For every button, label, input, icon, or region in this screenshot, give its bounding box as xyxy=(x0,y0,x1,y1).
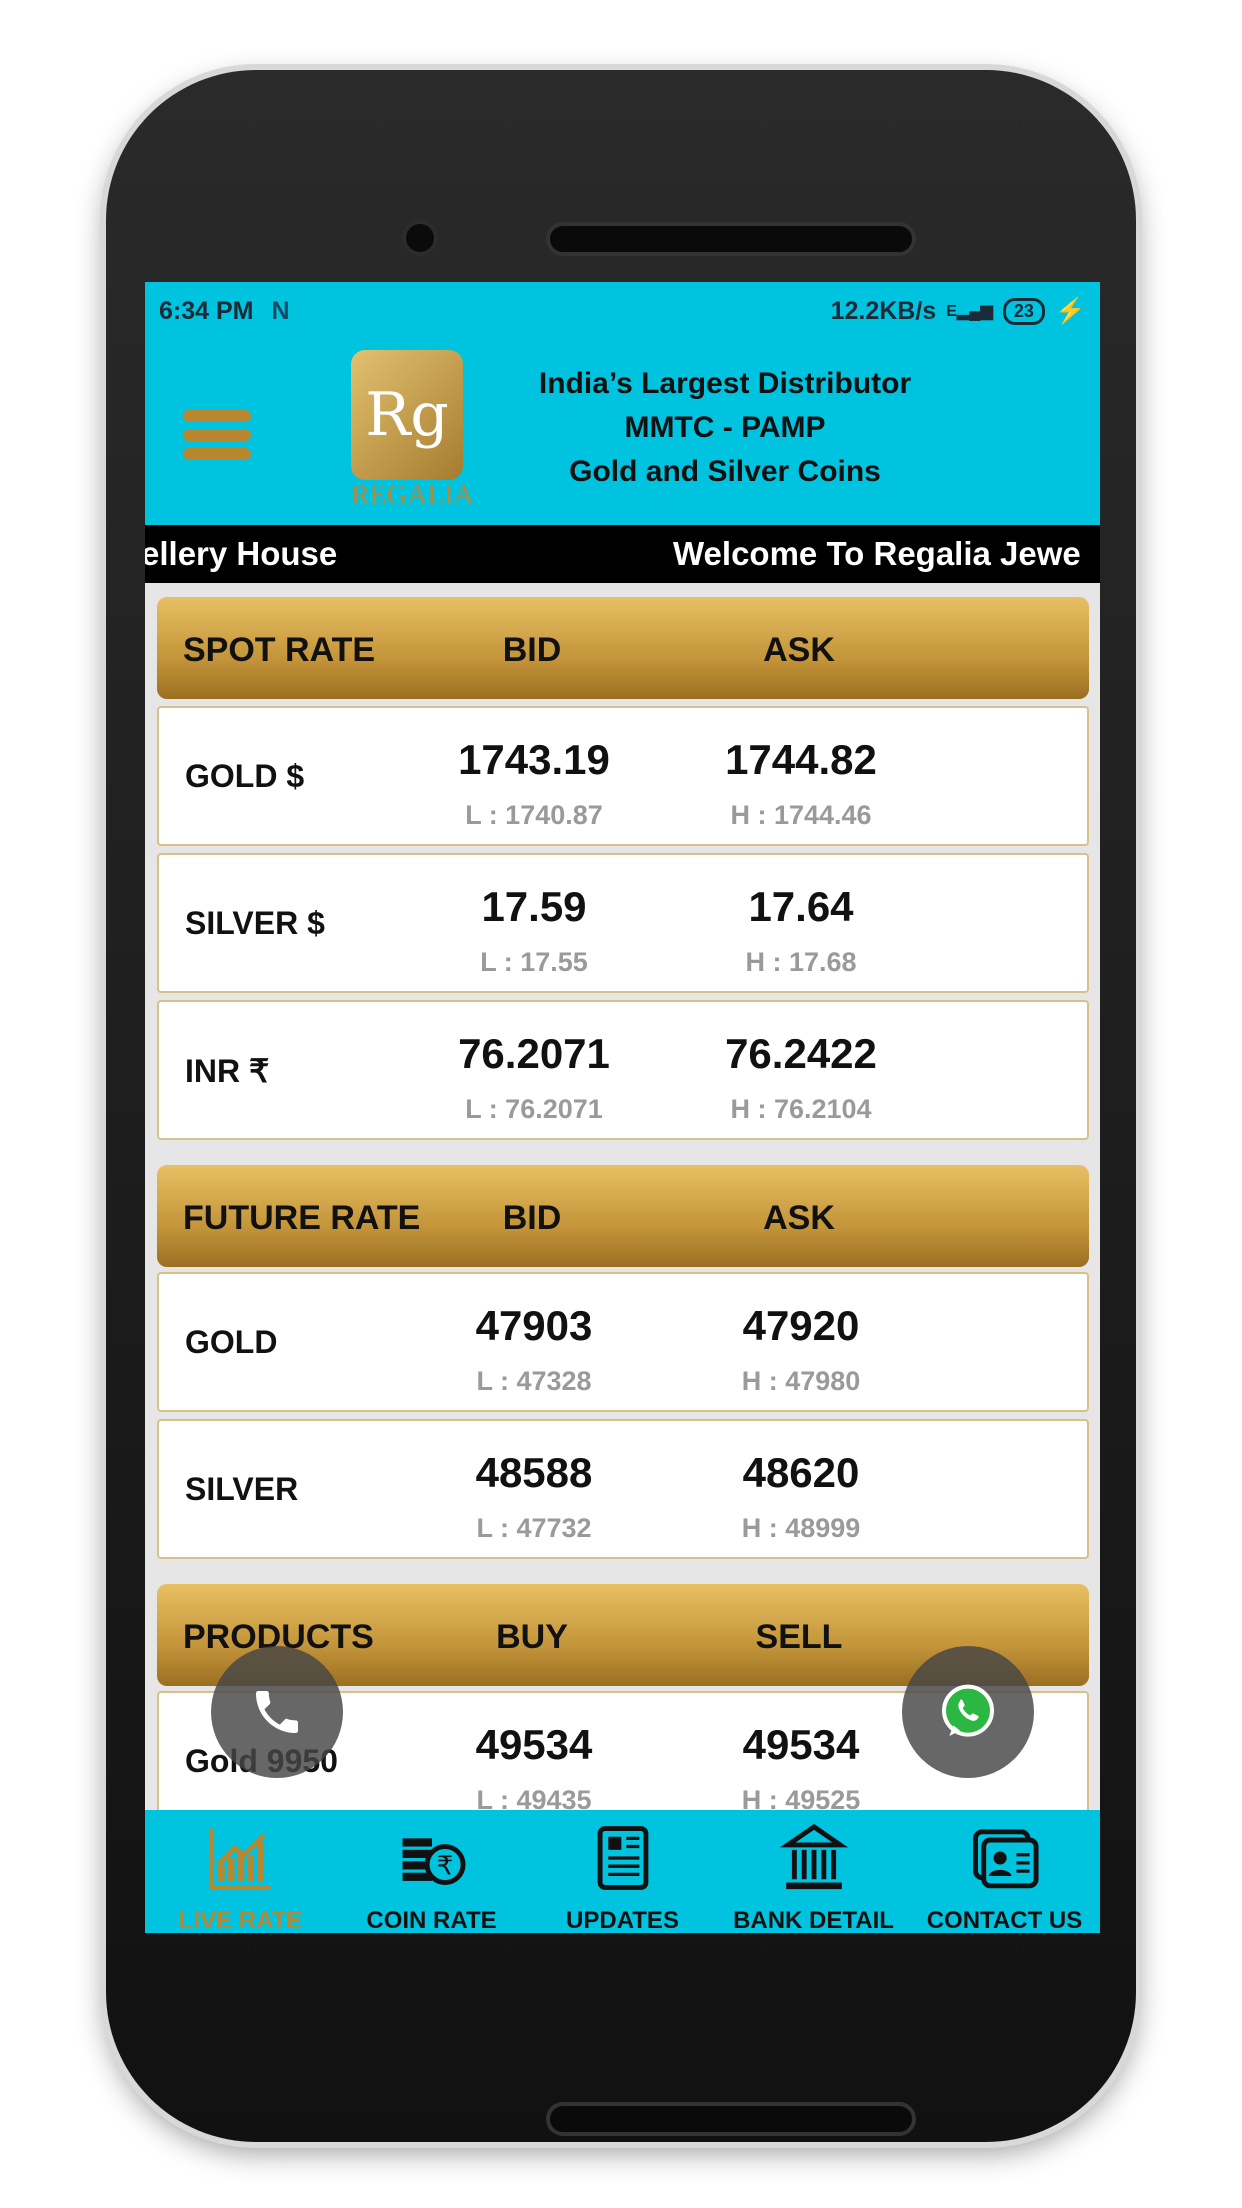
welcome-marquee: ellery House Welcome To Regalia Jewe xyxy=(145,525,1100,583)
svg-text:₹: ₹ xyxy=(436,1850,453,1880)
spot-rate-row: SILVER $ 17.59 17.64 L : 17.55 H : 17.68 xyxy=(157,853,1089,993)
nav-coin-rate[interactable]: ₹ COIN RATE xyxy=(336,1810,527,1933)
screen: 6:34 PM N 12.2KB/s E▂▄▆ 23 ⚡ Rg REGALIA … xyxy=(145,282,1100,1933)
row-name: GOLD xyxy=(185,1324,278,1360)
row-low: L : 1740.87 xyxy=(465,800,603,830)
future-rate-row: SILVER 48588 48620 L : 47732 H : 48999 xyxy=(157,1419,1089,1559)
status-bar: 6:34 PM N 12.2KB/s E▂▄▆ 23 ⚡ xyxy=(145,282,1100,340)
phone-icon xyxy=(256,1691,298,1733)
chart-icon xyxy=(208,1828,270,1890)
charging-icon: ⚡ xyxy=(1054,296,1086,325)
row-high: H : 1744.46 xyxy=(730,800,872,830)
row-ask: 1744.82 xyxy=(725,736,877,783)
call-button[interactable] xyxy=(211,1646,343,1778)
nav-bank-detail[interactable]: BANK DETAIL xyxy=(718,1810,909,1933)
row-low: L : 47732 xyxy=(476,1513,592,1543)
bottom-speaker xyxy=(546,2102,916,2136)
row-high: H : 47980 xyxy=(741,1366,861,1396)
row-low: L : 47328 xyxy=(476,1366,592,1396)
row-bid: 47903 xyxy=(475,1302,593,1349)
notification-n-icon: N xyxy=(271,296,290,325)
row-ask: 17.64 xyxy=(748,883,854,930)
network-speed: 12.2KB/s xyxy=(830,296,937,325)
nav-label: BANK DETAIL xyxy=(733,1907,894,1933)
nav-label: COIN RATE xyxy=(366,1907,497,1933)
header-tagline: India’s Largest Distributor MMTC - PAMP Go… xyxy=(538,367,912,488)
row-low: L : 76.2071 xyxy=(465,1094,603,1124)
nav-contact-us[interactable]: CONTACT US xyxy=(909,1810,1100,1933)
row-bid: 17.59 xyxy=(481,883,587,930)
nav-label: LIVE RATE xyxy=(178,1907,303,1933)
row-high: H : 17.68 xyxy=(745,947,857,977)
row-name: SILVER $ xyxy=(185,905,325,941)
row-ask: 47920 xyxy=(742,1302,860,1349)
row-high: H : 48999 xyxy=(741,1513,861,1543)
row-bid: 48588 xyxy=(475,1449,593,1496)
spot-header: SPOT RATE BID ASK xyxy=(157,597,1089,699)
spot-rate-row: GOLD $ 1743.19 1744.82 L : 1740.87 H : 1… xyxy=(157,706,1089,846)
status-time: 6:34 PM xyxy=(159,296,254,325)
whatsapp-button[interactable] xyxy=(902,1646,1034,1778)
row-ask: 76.2422 xyxy=(725,1030,877,1077)
row-high: H : 76.2104 xyxy=(730,1094,872,1124)
earpiece xyxy=(546,222,916,256)
row-bid: 1743.19 xyxy=(458,736,610,783)
row-ask: 48620 xyxy=(742,1449,860,1496)
row-name: INR ₹ xyxy=(185,1053,270,1089)
row-name: SILVER xyxy=(185,1471,299,1507)
row-low: L : 17.55 xyxy=(480,947,588,977)
future-header: FUTURE RATE BID ASK xyxy=(157,1165,1089,1267)
front-camera xyxy=(402,220,438,256)
bank-icon xyxy=(779,1823,848,1890)
nav-live-rate[interactable]: LIVE RATE xyxy=(145,1810,336,1933)
row-bid: 49534 xyxy=(475,1721,593,1768)
whatsapp-icon xyxy=(942,1684,994,1737)
newspaper-icon xyxy=(597,1826,648,1890)
signal-icon: E▂▄▆ xyxy=(946,303,993,320)
app-header: Rg REGALIA India’s Largest Distributor MM… xyxy=(145,340,1100,525)
nav-label: UPDATES xyxy=(566,1907,679,1933)
bottom-nav: LIVE RATE ₹ COIN RATE UPDATES BANK DETAI… xyxy=(145,1810,1100,1933)
row-bid: 76.2071 xyxy=(458,1030,610,1077)
menu-icon[interactable] xyxy=(183,410,251,467)
row-ask: 49534 xyxy=(742,1721,860,1768)
spot-rate-row: INR ₹ 76.2071 76.2422 L : 76.2071 H : 76… xyxy=(157,1000,1089,1140)
contact-card-icon xyxy=(972,1829,1039,1889)
future-rate-row: GOLD 47903 47920 L : 47328 H : 47980 xyxy=(157,1272,1089,1412)
nav-updates[interactable]: UPDATES xyxy=(527,1810,718,1933)
nav-label: CONTACT US xyxy=(926,1907,1083,1933)
coins-rupee-icon: ₹ xyxy=(402,1838,466,1885)
row-name: GOLD $ xyxy=(185,758,305,794)
battery-icon: 23 xyxy=(1002,297,1045,325)
